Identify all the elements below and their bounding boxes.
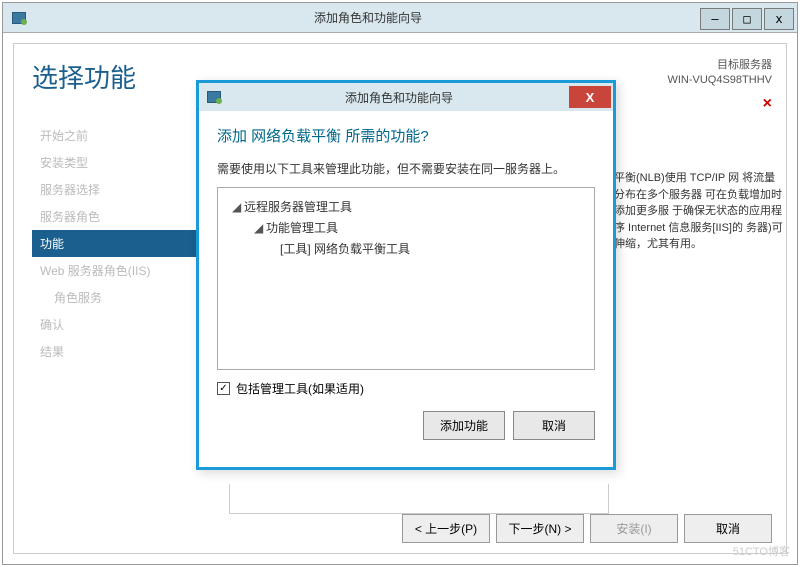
target-server: 目标服务器 WIN-VUQ4S98THHV × <box>667 58 772 115</box>
app-icon <box>3 12 35 24</box>
dialog-cancel-button[interactable]: 取消 <box>513 411 595 440</box>
server-name: WIN-VUQ4S98THHV <box>667 73 772 88</box>
sidebar-item-results[interactable]: 结果 <box>32 338 202 365</box>
close-button[interactable]: x <box>764 8 794 30</box>
refresh-error-icon[interactable]: × <box>667 93 772 115</box>
tree-node-remote-tools[interactable]: ◢远程服务器管理工具 <box>228 196 584 217</box>
sidebar-item-install-type[interactable]: 安装类型 <box>32 149 202 176</box>
feature-description: 平衡(NLB)使用 TCP/IP 网 将流量分布在多个服务器 可在负载增加时添加… <box>614 170 784 253</box>
dialog-close-button[interactable]: X <box>569 86 611 108</box>
page-title: 选择功能 <box>32 58 136 95</box>
watermark: 51CTO博客 <box>733 543 790 559</box>
outer-titlebar: 添加角色和功能向导 — □ x <box>3 3 797 33</box>
sidebar-item-confirm[interactable]: 确认 <box>32 311 202 338</box>
tree-node-nlb-tools[interactable]: [工具] 网络负载平衡工具 <box>228 238 584 259</box>
cancel-button[interactable]: 取消 <box>684 514 772 543</box>
dialog-titlebar: 添加角色和功能向导 X <box>199 83 613 111</box>
required-features-tree[interactable]: ◢远程服务器管理工具 ◢功能管理工具 [工具] 网络负载平衡工具 <box>217 187 595 370</box>
prev-button[interactable]: < 上一步(P) <box>402 514 490 543</box>
sidebar-item-before[interactable]: 开始之前 <box>32 122 202 149</box>
tree-node-feature-mgmt[interactable]: ◢功能管理工具 <box>228 217 584 238</box>
add-features-dialog: 添加角色和功能向导 X 添加 网络负载平衡 所需的功能? 需要使用以下工具来管理… <box>196 80 616 470</box>
sidebar-item-iis[interactable]: Web 服务器角色(IIS) <box>32 257 202 284</box>
minimize-button[interactable]: — <box>700 8 730 30</box>
add-features-button[interactable]: 添加功能 <box>423 411 505 440</box>
dialog-title: 添加角色和功能向导 <box>229 89 569 106</box>
features-panel-bottom <box>229 484 609 514</box>
outer-title: 添加角色和功能向导 <box>35 9 701 26</box>
sidebar-item-server-select[interactable]: 服务器选择 <box>32 176 202 203</box>
expander-icon[interactable]: ◢ <box>232 200 244 214</box>
include-mgmt-label: 包括管理工具(如果适用) <box>236 380 364 397</box>
sidebar-item-features[interactable]: 功能 <box>32 230 202 257</box>
sidebar-item-server-roles[interactable]: 服务器角色 <box>32 203 202 230</box>
wizard-steps-sidebar: 开始之前 安装类型 服务器选择 服务器角色 功能 Web 服务器角色(IIS) … <box>32 122 202 365</box>
dialog-heading: 添加 网络负载平衡 所需的功能? <box>217 125 595 146</box>
expander-icon[interactable]: ◢ <box>254 221 266 235</box>
next-button[interactable]: 下一步(N) > <box>496 514 584 543</box>
wizard-nav-buttons: < 上一步(P) 下一步(N) > 安装(I) 取消 <box>402 514 772 543</box>
dialog-text: 需要使用以下工具来管理此功能，但不需要安装在同一服务器上。 <box>217 160 595 177</box>
target-label: 目标服务器 <box>667 58 772 73</box>
sidebar-item-role-services[interactable]: 角色服务 <box>32 284 202 311</box>
include-mgmt-tools-row[interactable]: ✓ 包括管理工具(如果适用) <box>217 380 595 397</box>
maximize-button[interactable]: □ <box>732 8 762 30</box>
install-button[interactable]: 安装(I) <box>590 514 678 543</box>
dialog-icon <box>199 91 229 103</box>
include-mgmt-checkbox[interactable]: ✓ <box>217 382 230 395</box>
